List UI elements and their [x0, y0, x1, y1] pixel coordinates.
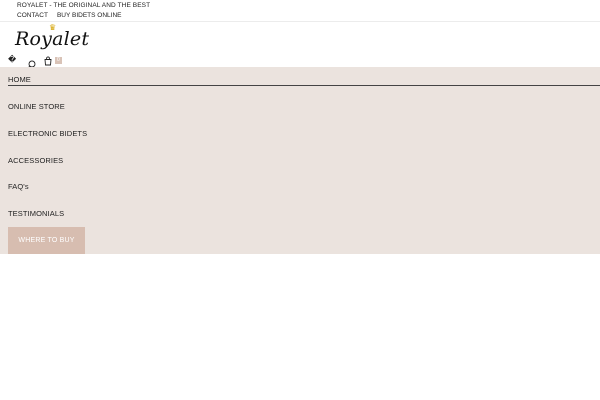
site-header: ♛ Royalet � 0 — [0, 22, 600, 70]
top-links: CONTACT BUY BIDETS ONLINE — [17, 12, 121, 19]
tagline: ROYALET - THE ORIGINAL AND THE BEST — [17, 2, 151, 9]
search-icon[interactable] — [26, 57, 36, 70]
contact-link[interactable]: CONTACT — [17, 12, 48, 19]
nav-item-electronic-bidets[interactable]: ELECTRONIC BIDETS — [8, 129, 87, 138]
nav-item-online-store[interactable]: ONLINE STORE — [8, 102, 65, 111]
header-icons: � 0 — [8, 53, 62, 70]
nav-item-home[interactable]: HOME — [8, 75, 31, 84]
buy-bidets-online-link[interactable]: BUY BIDETS ONLINE — [57, 12, 122, 19]
cart-count-badge[interactable]: 0 — [55, 56, 62, 64]
where-to-buy-button[interactable]: WHERE TO BUY — [8, 227, 85, 254]
logo-wordmark: Royalet — [15, 28, 90, 50]
nav-item-faqs[interactable]: FAQ's — [8, 182, 29, 191]
nav-item-testimonials[interactable]: TESTIMONIALS — [8, 209, 64, 218]
logo[interactable]: ♛ Royalet — [15, 24, 95, 54]
cart-icon[interactable] — [43, 53, 53, 66]
nav-active-underline — [8, 85, 600, 86]
top-bar: ROYALET - THE ORIGINAL AND THE BEST CONT… — [0, 0, 600, 22]
missing-glyph-icon[interactable]: � — [8, 56, 18, 64]
main-nav: HOME ONLINE STORE ELECTRONIC BIDETS ACCE… — [0, 67, 600, 254]
nav-item-accessories[interactable]: ACCESSORIES — [8, 156, 63, 165]
